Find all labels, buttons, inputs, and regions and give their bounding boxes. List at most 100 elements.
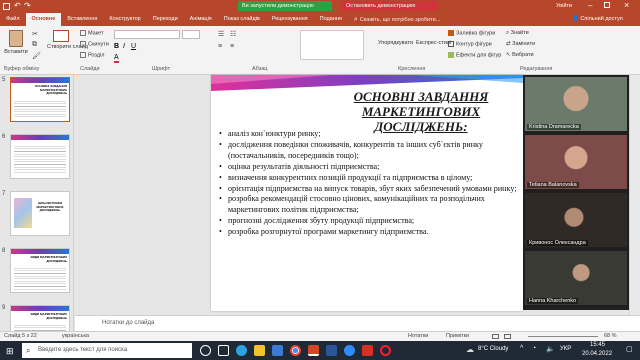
cortana-icon[interactable] <box>200 345 211 356</box>
volume-icon[interactable]: 🔈 <box>546 345 555 353</box>
zoom-app-icon[interactable] <box>344 345 355 356</box>
format-painter-icon[interactable]: 🖌 <box>32 52 41 60</box>
replace-button[interactable]: ⇄ Замінити <box>506 41 535 47</box>
slide-thumbnail[interactable]: ЦІЛЬОВІ РИНКИ МАРКЕТИНГОВИХ ДОСЛІДЖЕНЬ <box>10 191 70 236</box>
effects-icon <box>448 52 454 58</box>
tab-home[interactable]: Основне <box>25 13 62 26</box>
tell-me-input[interactable]: Скажіть, що потрібно зробити... <box>360 17 440 23</box>
opera-icon[interactable] <box>380 345 391 356</box>
clock-time[interactable]: 15:45 <box>590 342 605 348</box>
slide-thumbnail[interactable]: ВИДИ МАРКЕТИНГОВИХ ДОСЛІДЖЕНЬ <box>10 248 70 293</box>
copy-icon[interactable]: ⧉ <box>32 41 37 49</box>
notes-pane[interactable]: Нотатки до слайда <box>75 315 640 331</box>
person-icon: 👤 <box>572 16 579 22</box>
thumbnail-number: 6 <box>2 134 6 140</box>
windows-taskbar: ⊞ ⌕ Введите здесь текст для поиска ☁ 8°C… <box>0 341 640 360</box>
zoom-level[interactable]: 68 % <box>604 333 617 339</box>
undo-icon[interactable]: ↶ <box>14 1 21 10</box>
edge-icon[interactable] <box>236 345 247 356</box>
thumbnail-text <box>14 98 66 119</box>
paint-bucket-icon <box>448 30 454 36</box>
new-slide-icon <box>53 30 69 42</box>
align-left-button[interactable]: ≡ <box>218 43 222 50</box>
shapes-gallery[interactable] <box>300 30 364 60</box>
tab-design[interactable]: Конструктор <box>103 13 146 26</box>
notes-toggle[interactable]: Нотатки <box>408 333 428 339</box>
minimize-button[interactable]: – <box>588 1 592 10</box>
participant-video[interactable]: Кривонос Олександра <box>525 193 627 247</box>
participant-name: Tetiana Balanovska <box>527 182 579 188</box>
store-icon[interactable] <box>272 345 283 356</box>
sorter-view-icon[interactable] <box>504 334 511 339</box>
notification-icon[interactable]: ▢ <box>626 345 633 353</box>
tray-chevron-icon[interactable]: ^ <box>520 345 523 352</box>
zoom-slider[interactable] <box>528 336 598 337</box>
select-button[interactable]: ↖ Вибрати <box>506 52 534 58</box>
layout-button[interactable]: Макет <box>80 30 104 36</box>
tab-view[interactable]: Подання <box>314 13 348 26</box>
taskbar-search-input[interactable]: ⌕ Введите здесь текст для поиска <box>22 343 192 358</box>
paste-button[interactable]: Вставити <box>4 30 28 55</box>
slide-thumbnail[interactable] <box>10 134 70 179</box>
tab-insert[interactable]: Вставлення <box>61 13 103 26</box>
reset-button[interactable]: Скинути <box>80 41 109 47</box>
current-slide[interactable]: Основні завдання маркетингових досліджен… <box>211 75 523 311</box>
scissors-icon[interactable]: ✂ <box>32 30 38 38</box>
powerpoint-icon[interactable] <box>308 345 319 356</box>
pen-icon <box>448 41 454 47</box>
language-icon[interactable]: УКР <box>560 346 571 352</box>
new-slide-button[interactable]: Створити слайд <box>47 30 88 50</box>
find-button[interactable]: ⌕ Знайти <box>506 30 529 37</box>
network-icon[interactable]: ◔ <box>532 345 536 352</box>
quick-styles-button[interactable]: Експрес-стилі <box>416 40 451 46</box>
tab-file[interactable]: Файл <box>0 13 26 26</box>
clock-date[interactable]: 20.04.2022 <box>582 351 612 357</box>
slide-counter: Слайд 5 з 22 <box>4 333 37 339</box>
participant-video[interactable]: Kristina Dramarecka <box>525 77 627 131</box>
pdf-icon[interactable] <box>362 345 373 356</box>
task-view-icon[interactable] <box>218 345 229 356</box>
shape-fill-button[interactable]: Заливка фігури <box>448 30 495 36</box>
bold-button[interactable]: B <box>114 43 119 50</box>
stop-sharing-button[interactable]: Остановить демонстрацию <box>342 1 438 11</box>
tab-animations[interactable]: Анімація <box>184 13 218 26</box>
thumbnail-title: ЦІЛЬОВІ РИНКИ МАРКЕТИНГОВИХ ДОСЛІДЖЕНЬ <box>36 201 64 212</box>
normal-view-icon[interactable] <box>492 334 499 339</box>
font-size-select[interactable] <box>182 30 200 39</box>
numbering-button[interactable]: ☷ <box>230 30 236 38</box>
italic-button[interactable]: I <box>123 43 125 50</box>
shape-effects-button[interactable]: Ефекти для фігур <box>448 52 501 58</box>
sign-in-link[interactable]: Увійти <box>556 3 572 9</box>
tab-slideshow[interactable]: Показ слайдів <box>218 13 266 26</box>
word-icon[interactable] <box>326 345 337 356</box>
chrome-icon[interactable] <box>290 345 301 356</box>
participant-video[interactable]: Hanna Kharchenko <box>525 251 627 305</box>
underline-button[interactable]: U <box>131 43 136 50</box>
bullet-item: дослідження поведінки споживачів, конкур… <box>219 140 519 162</box>
group-font: Шрифт <box>152 66 171 72</box>
close-button[interactable]: × <box>624 0 629 10</box>
share-button[interactable]: 👤 Спільний доступ <box>572 14 623 25</box>
vertical-scrollbar[interactable] <box>629 75 640 315</box>
weather-text[interactable]: 8°C Cloudy <box>478 346 508 352</box>
font-color-button[interactable]: A <box>114 54 119 63</box>
font-family-select[interactable] <box>114 30 180 39</box>
maximize-button[interactable] <box>604 2 610 8</box>
folder-icon[interactable] <box>254 345 265 356</box>
section-button[interactable]: Розділ <box>80 52 104 58</box>
shape-outline-button[interactable]: Контур фігури <box>448 41 492 47</box>
group-slides: Слайди <box>80 66 100 72</box>
windows-start-icon[interactable]: ⊞ <box>6 346 14 357</box>
save-icon[interactable] <box>3 3 10 10</box>
arrange-button[interactable]: Упорядкувати <box>378 40 413 46</box>
tab-review[interactable]: Рецензування <box>266 13 314 26</box>
bullets-button[interactable]: ☰ <box>218 30 224 38</box>
comments-toggle[interactable]: Примітки <box>446 333 469 339</box>
participant-video[interactable]: Tetiana Balanovska <box>525 135 627 189</box>
language-indicator[interactable]: українська <box>62 333 89 339</box>
thumbnail-title: ВИДИ МАРКЕТИНГОВИХ ДОСЛІДЖЕНЬ <box>30 255 67 263</box>
align-center-button[interactable]: ≡ <box>230 43 234 50</box>
redo-icon[interactable]: ↷ <box>24 1 31 10</box>
tab-transitions[interactable]: Переходи <box>147 13 184 26</box>
slide-thumbnail[interactable]: ОСНОВНІ ЗАВДАННЯ МАРКЕТИНГОВИХ ДОСЛІДЖЕН… <box>10 77 70 122</box>
